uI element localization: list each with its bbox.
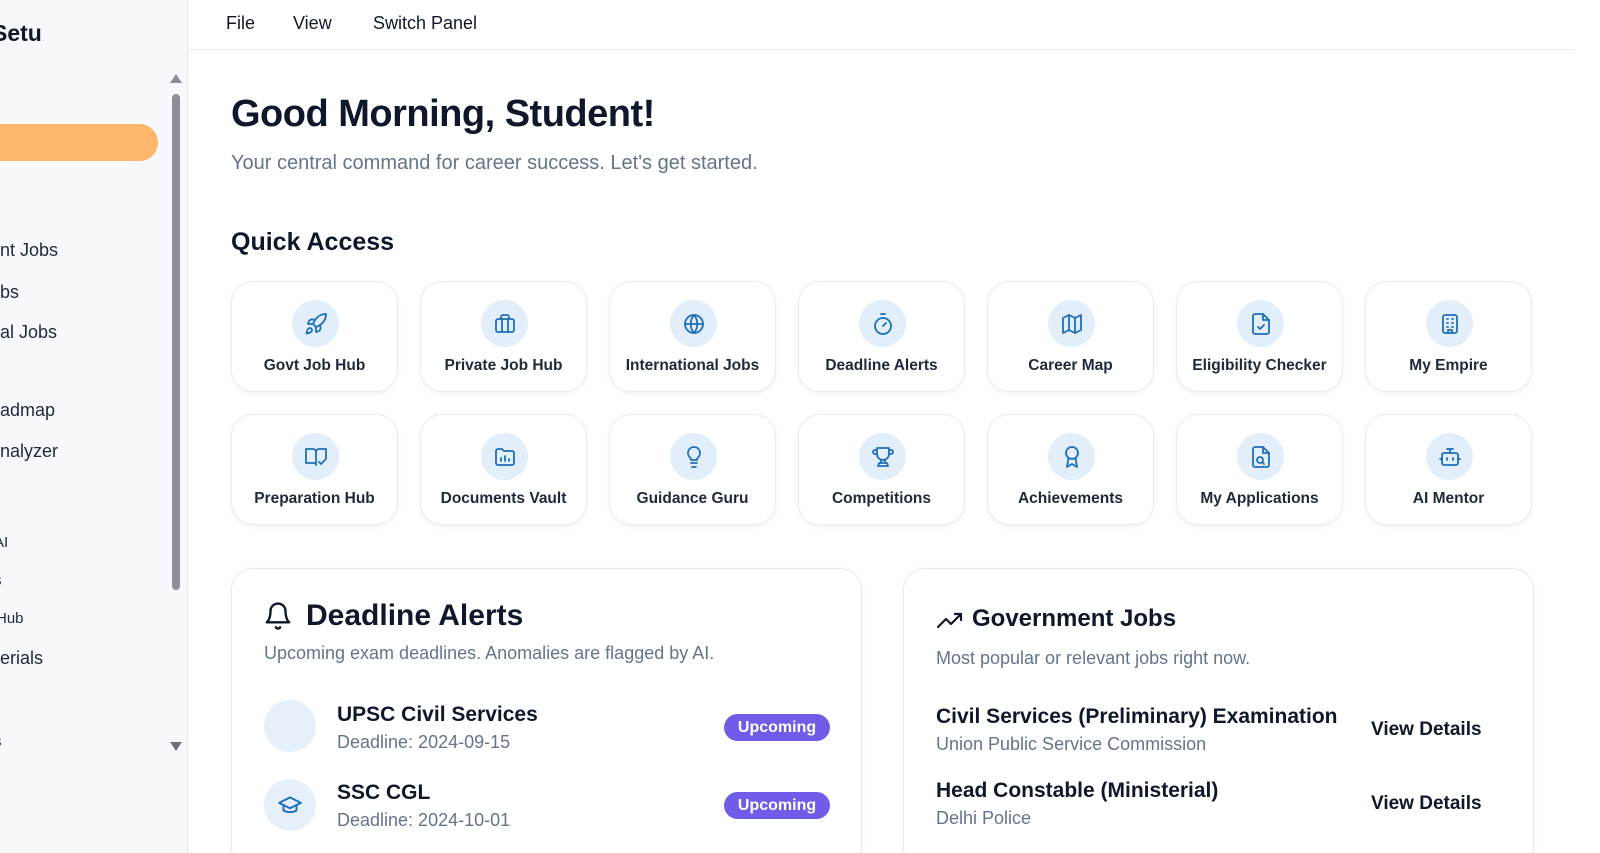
timer-icon bbox=[859, 300, 906, 347]
job-organization: Delhi Police bbox=[936, 808, 1032, 828]
exam-name: SSC CGL bbox=[337, 781, 431, 804]
tile-documents-vault[interactable]: Documents Vault bbox=[420, 414, 587, 525]
exam-deadline: Deadline: 2024-09-15 bbox=[337, 732, 511, 752]
tile-label: Preparation Hub bbox=[254, 490, 375, 507]
job-organization: Union Public Service Commission bbox=[936, 734, 1207, 754]
scrollbar-thumb[interactable] bbox=[172, 94, 180, 590]
tile-career-map[interactable]: Career Map bbox=[987, 281, 1154, 392]
menu-switch-panel[interactable]: Switch Panel bbox=[373, 13, 477, 34]
sidebar-item-government-jobs[interactable]: nt Jobs bbox=[0, 240, 58, 261]
job-title: Civil Services (Preliminary) Examination bbox=[936, 705, 1338, 728]
tile-competitions[interactable]: Competitions bbox=[798, 414, 965, 525]
exam-deadline: Deadline: 2024-10-01 bbox=[337, 810, 511, 830]
sidebar-item-s[interactable]: s bbox=[0, 572, 2, 589]
tile-label: Achievements bbox=[1017, 490, 1124, 507]
tile-label: Deadline Alerts bbox=[825, 357, 938, 374]
tile-international-jobs[interactable]: International Jobs bbox=[609, 281, 776, 392]
quick-access-title: Quick Access bbox=[231, 228, 395, 256]
map-icon bbox=[1048, 300, 1095, 347]
award-icon bbox=[1048, 433, 1095, 480]
status-badge: Upcoming bbox=[724, 792, 830, 819]
briefcase-icon bbox=[481, 300, 528, 347]
sidebar-item-international-jobs[interactable]: al Jobs bbox=[0, 322, 57, 343]
file-search-icon bbox=[1237, 433, 1284, 480]
lightbulb-icon bbox=[670, 433, 717, 480]
exam-avatar bbox=[264, 700, 316, 752]
rocket-icon bbox=[292, 300, 339, 347]
government-jobs-card: Government Jobs Most popular or relevant… bbox=[903, 568, 1534, 853]
government-jobs-subtitle: Most popular or relevant jobs right now. bbox=[936, 648, 1251, 668]
tile-label: Career Map bbox=[1028, 357, 1113, 374]
deadline-alerts-subtitle: Upcoming exam deadlines. Anomalies are f… bbox=[264, 643, 715, 663]
tile-label: Govt Job Hub bbox=[263, 357, 366, 374]
scroll-down-arrow-icon[interactable] bbox=[170, 742, 182, 751]
page-title: Good Morning, Student! bbox=[231, 93, 655, 135]
building-icon bbox=[1426, 300, 1473, 347]
tile-label: Eligibility Checker bbox=[1192, 357, 1327, 374]
tile-label: My Applications bbox=[1200, 490, 1319, 507]
sidebar-item-private-jobs[interactable]: bs bbox=[0, 282, 19, 303]
sidebar-item-hub[interactable]: Hub bbox=[0, 610, 24, 627]
tile-my-empire[interactable]: My Empire bbox=[1365, 281, 1532, 392]
tile-label: AI Mentor bbox=[1412, 490, 1485, 507]
tile-deadline-alerts[interactable]: Deadline Alerts bbox=[798, 281, 965, 392]
job-title: Head Constable (Ministerial) bbox=[936, 779, 1219, 802]
tile-label: My Empire bbox=[1409, 357, 1488, 374]
bell-icon bbox=[263, 601, 293, 631]
menu-file[interactable]: File bbox=[226, 13, 255, 34]
tile-label: Competitions bbox=[831, 490, 932, 507]
page-subtitle: Your central command for career success.… bbox=[231, 152, 758, 174]
file-check-icon bbox=[1237, 300, 1284, 347]
government-jobs-title: Government Jobs bbox=[972, 605, 1177, 632]
book-check-icon bbox=[292, 433, 339, 480]
sidebar-scrollbar[interactable] bbox=[170, 74, 184, 754]
sidebar-item-s2[interactable]: s bbox=[0, 733, 2, 750]
tile-guidance-guru[interactable]: Guidance Guru bbox=[609, 414, 776, 525]
deadline-alerts-title: Deadline Alerts bbox=[306, 599, 524, 632]
sidebar-active-item[interactable] bbox=[0, 124, 158, 161]
tile-govt-job-hub[interactable]: Govt Job Hub bbox=[231, 281, 398, 392]
tile-label: Documents Vault bbox=[440, 490, 567, 507]
tile-private-job-hub[interactable]: Private Job Hub bbox=[420, 281, 587, 392]
view-details-button[interactable]: View Details bbox=[1371, 793, 1482, 815]
trophy-icon bbox=[859, 433, 906, 480]
app-brand: Setu bbox=[0, 20, 42, 46]
bot-icon bbox=[1426, 433, 1473, 480]
tile-eligibility-checker[interactable]: Eligibility Checker bbox=[1176, 281, 1343, 392]
status-badge: Upcoming bbox=[724, 714, 830, 741]
tile-ai-mentor[interactable]: AI Mentor bbox=[1365, 414, 1532, 525]
sidebar: Setu nt Jobs bs al Jobs admap nalyzer AI… bbox=[0, 0, 188, 853]
scroll-up-arrow-icon[interactable] bbox=[170, 74, 182, 83]
sidebar-item-analyzer[interactable]: nalyzer bbox=[0, 441, 58, 462]
sidebar-item-roadmap[interactable]: admap bbox=[0, 400, 55, 421]
tile-achievements[interactable]: Achievements bbox=[987, 414, 1154, 525]
trending-up-icon bbox=[936, 609, 964, 633]
tile-label: International Jobs bbox=[625, 357, 760, 374]
menu-view[interactable]: View bbox=[293, 13, 332, 34]
tile-label: Guidance Guru bbox=[636, 490, 749, 507]
menubar: File View Switch Panel bbox=[189, 0, 1575, 50]
tile-my-applications[interactable]: My Applications bbox=[1176, 414, 1343, 525]
sidebar-item-materials[interactable]: erials bbox=[0, 648, 43, 669]
tile-preparation-hub[interactable]: Preparation Hub bbox=[231, 414, 398, 525]
sidebar-item-ai[interactable]: AI bbox=[0, 534, 8, 551]
folder-chart-icon bbox=[481, 433, 528, 480]
tile-label: Private Job Hub bbox=[444, 357, 563, 374]
exam-name: UPSC Civil Services bbox=[337, 703, 538, 726]
deadline-alerts-card: Deadline Alerts Upcoming exam deadlines.… bbox=[231, 568, 862, 853]
globe-icon bbox=[670, 300, 717, 347]
view-details-button[interactable]: View Details bbox=[1371, 719, 1482, 741]
graduation-cap-icon bbox=[264, 779, 316, 831]
